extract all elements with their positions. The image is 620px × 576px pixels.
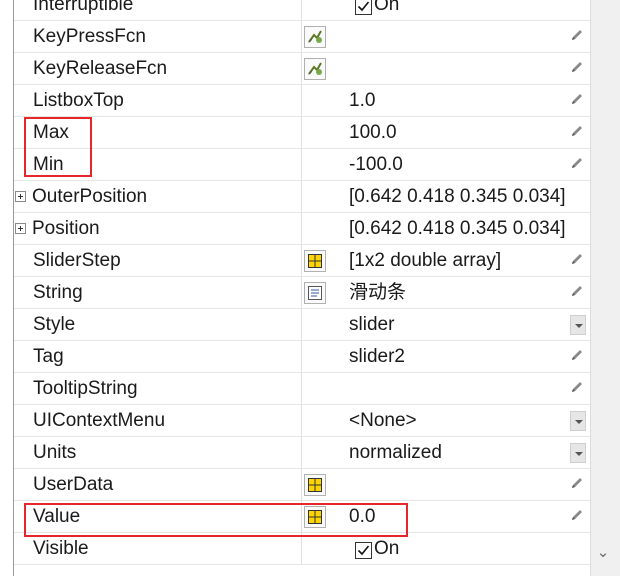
property-row-userdata[interactable]: UserData [14, 469, 590, 501]
property-name: SliderStep [33, 250, 121, 271]
property-row-max[interactable]: Max 100.0 [14, 117, 590, 149]
column-divider [301, 149, 302, 181]
pencil-icon[interactable] [570, 124, 584, 138]
checkbox-label: On [374, 538, 400, 559]
column-divider [301, 0, 302, 21]
expand-plus-icon[interactable] [15, 191, 26, 202]
pencil-icon[interactable] [570, 156, 584, 170]
property-list: Interruptible On KeyPressFcn KeyReleaseFcn L… [14, 0, 590, 576]
property-name: Units [33, 442, 77, 463]
property-row-units[interactable]: Units normalized [14, 437, 590, 469]
property-row-sliderstep[interactable]: SliderStep [1x2 double array] [14, 245, 590, 277]
array-editor-icon[interactable] [304, 506, 326, 528]
dropdown-arrow-icon[interactable] [570, 411, 586, 431]
pencil-icon[interactable] [570, 252, 584, 266]
pencil-icon[interactable] [570, 60, 584, 74]
checkbox-label: On [374, 0, 400, 15]
pencil-icon[interactable] [570, 508, 584, 522]
property-row-visible[interactable]: Visible On [14, 533, 590, 565]
property-value[interactable]: [1x2 double array] [349, 245, 501, 277]
checkbox[interactable] [355, 542, 372, 559]
property-name: Visible [33, 538, 89, 559]
property-name: Value [33, 506, 81, 527]
property-value[interactable]: 滑动条 [349, 277, 406, 309]
expand-gutter [0, 0, 14, 576]
dropdown-arrow-icon[interactable] [570, 315, 586, 335]
column-divider [301, 533, 302, 565]
property-value[interactable]: <None> [349, 405, 417, 437]
property-name: ListboxTop [33, 90, 124, 111]
callback-editor-icon[interactable] [304, 26, 326, 48]
property-value[interactable]: [0.642 0.418 0.345 0.034] [349, 213, 566, 245]
property-row-tooltipstring[interactable]: TooltipString [14, 373, 590, 405]
property-value[interactable]: 1.0 [349, 85, 375, 117]
pencil-icon[interactable] [570, 380, 584, 394]
property-name: Position [32, 218, 100, 239]
pencil-icon[interactable] [570, 284, 584, 298]
column-divider [301, 181, 302, 213]
checkbox[interactable] [355, 0, 372, 15]
property-name: TooltipString [33, 378, 138, 399]
property-row-tag[interactable]: Tag slider2 [14, 341, 590, 373]
column-divider [301, 21, 302, 53]
property-row-uicontextmenu[interactable]: UIContextMenu <None> [14, 405, 590, 437]
column-divider [301, 53, 302, 85]
property-value[interactable]: slider2 [349, 341, 405, 373]
property-value[interactable]: 0.0 [349, 501, 375, 533]
pencil-icon[interactable] [570, 476, 584, 490]
property-name: Min [33, 154, 64, 175]
property-value[interactable]: slider [349, 309, 394, 341]
column-divider [301, 309, 302, 341]
column-divider [301, 213, 302, 245]
property-value[interactable]: normalized [349, 437, 442, 469]
property-name: Tag [33, 346, 64, 367]
array-editor-icon[interactable] [304, 250, 326, 272]
pencil-icon[interactable] [570, 348, 584, 362]
pencil-icon[interactable] [570, 92, 584, 106]
property-inspector: Interruptible On KeyPressFcn KeyReleaseFcn L… [0, 0, 620, 576]
array-editor-icon[interactable] [304, 474, 326, 496]
property-row-interruptible[interactable]: Interruptible On [14, 0, 590, 21]
property-row-style[interactable]: Style slider [14, 309, 590, 341]
property-name: Interruptible [33, 0, 134, 15]
column-divider [301, 405, 302, 437]
dropdown-arrow-icon[interactable] [570, 443, 586, 463]
property-name: Style [33, 314, 76, 335]
expand-plus-icon[interactable] [15, 223, 26, 234]
property-name: KeyReleaseFcn [33, 58, 168, 79]
property-row-listboxtop[interactable]: ListboxTop 1.0 [14, 85, 590, 117]
column-divider [301, 341, 302, 373]
column-divider [301, 373, 302, 405]
column-divider [301, 437, 302, 469]
column-divider [301, 469, 302, 501]
property-name: UserData [33, 474, 114, 495]
property-name: String [33, 282, 83, 303]
column-divider [301, 277, 302, 309]
property-row-value[interactable]: Value 0.0 [14, 501, 590, 533]
column-divider [301, 501, 302, 533]
property-value[interactable]: [0.642 0.418 0.345 0.034] [349, 181, 566, 213]
vertical-scrollbar[interactable] [590, 0, 620, 576]
property-row-string[interactable]: String 滑动条 [14, 277, 590, 309]
property-value[interactable]: 100.0 [349, 117, 397, 149]
property-value[interactable]: -100.0 [349, 149, 403, 181]
column-divider [301, 117, 302, 149]
pencil-icon[interactable] [570, 28, 584, 42]
property-row-position[interactable]: Position [0.642 0.418 0.345 0.034] [14, 213, 590, 245]
property-name: KeyPressFcn [33, 26, 146, 47]
property-row-outerposition[interactable]: OuterPosition [0.642 0.418 0.345 0.034] [14, 181, 590, 213]
property-name: Max [33, 122, 69, 143]
property-row-min[interactable]: Min -100.0 [14, 149, 590, 181]
callback-editor-icon[interactable] [304, 58, 326, 80]
text-editor-icon[interactable] [304, 282, 326, 304]
property-row-keyreleasefcn[interactable]: KeyReleaseFcn [14, 53, 590, 85]
property-name: UIContextMenu [33, 410, 166, 431]
chevron-down-icon[interactable]: ⌄ [593, 543, 613, 563]
column-divider [301, 245, 302, 277]
property-row-keypressfcn[interactable]: KeyPressFcn [14, 21, 590, 53]
property-name: OuterPosition [32, 186, 148, 207]
column-divider [301, 85, 302, 117]
